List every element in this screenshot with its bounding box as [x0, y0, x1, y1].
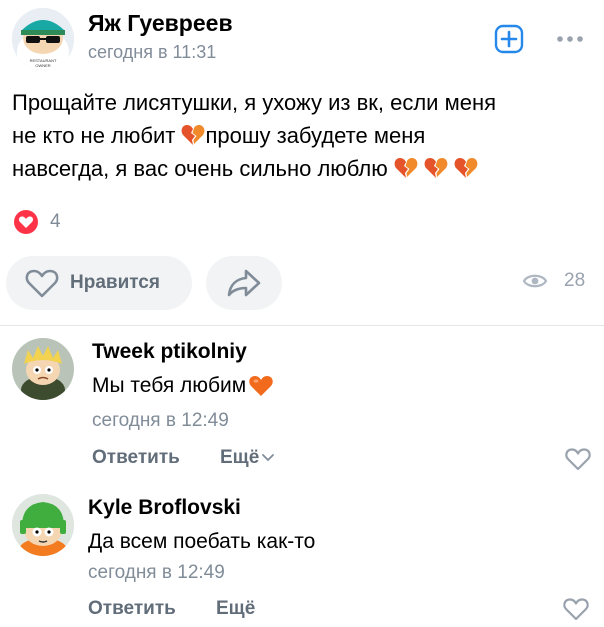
post-text: Прощайте лисятушки, я ухожу из вк, если … [12, 86, 602, 185]
heart-outline-icon [565, 448, 591, 471]
post-author-avatar[interactable]: RESTAURANT OWNER [12, 8, 74, 70]
heart-outline-icon [563, 598, 589, 621]
add-square-icon [494, 24, 524, 54]
views-counter: 28 [522, 270, 585, 292]
share-icon [227, 269, 261, 297]
more-dots-icon [557, 36, 583, 42]
broken-heart-emoji [182, 125, 205, 145]
comment-text: Да всем поебать как-то [88, 530, 316, 553]
share-button[interactable] [206, 256, 282, 310]
comment-more-button[interactable]: Ещё [220, 447, 275, 469]
like-label: Нравится [70, 272, 160, 293]
comment-more-button[interactable]: Ещё [216, 598, 255, 620]
heart-outline-icon [25, 269, 59, 298]
like-button[interactable]: Нравится [6, 256, 192, 310]
comment-author-name[interactable]: Kyle Broflovski [88, 496, 241, 520]
section-divider [0, 325, 604, 326]
broken-hearts-emojis [394, 158, 478, 178]
comment-author-name[interactable]: Tweek ptikolniy [92, 340, 247, 364]
post-text-line-2a: не кто не любит [12, 123, 182, 148]
reactions-summary[interactable]: 4 [12, 208, 61, 236]
orange-heart-emoji [249, 376, 273, 396]
eye-icon [522, 274, 548, 288]
comment-like-button[interactable] [564, 446, 592, 477]
heart-reaction-icon [12, 208, 40, 236]
post-timestamp[interactable]: сегодня в 11:31 [88, 42, 216, 63]
post-text-line-1: Прощайте лисятушки, я ухожу из вк, если … [12, 90, 496, 115]
views-count: 28 [564, 270, 586, 291]
comment-reply-button[interactable]: Ответить [92, 447, 180, 469]
comment-reply-button[interactable]: Ответить [88, 598, 176, 620]
tweek-avatar-image [12, 338, 74, 400]
cartman-avatar-image: RESTAURANT OWNER [12, 8, 74, 70]
kyle-avatar-image [12, 494, 74, 556]
comment-avatar-kyle[interactable] [12, 494, 74, 556]
svg-text:OWNER: OWNER [35, 63, 50, 68]
comment-timestamp[interactable]: сегодня в 12:49 [92, 410, 229, 432]
reactions-count: 4 [50, 211, 61, 232]
comment-avatar-tweek[interactable] [12, 338, 74, 400]
comment-text: Мы тебя любим [92, 374, 274, 398]
post-text-line-3: навсегда, я вас очень сильно люблю [12, 152, 602, 185]
add-button[interactable] [494, 24, 524, 54]
post-text-line-2b: прошу забудете меня [205, 123, 426, 148]
more-options-button[interactable] [556, 32, 586, 46]
post-text-line-2: не кто не любит прошу забудете меня [12, 119, 602, 152]
post-author-name[interactable]: Яж Гуевреев [88, 10, 233, 37]
comment-timestamp[interactable]: сегодня в 12:49 [88, 562, 225, 584]
chevron-down-icon [262, 454, 275, 462]
comment-like-button[interactable] [562, 596, 590, 627]
